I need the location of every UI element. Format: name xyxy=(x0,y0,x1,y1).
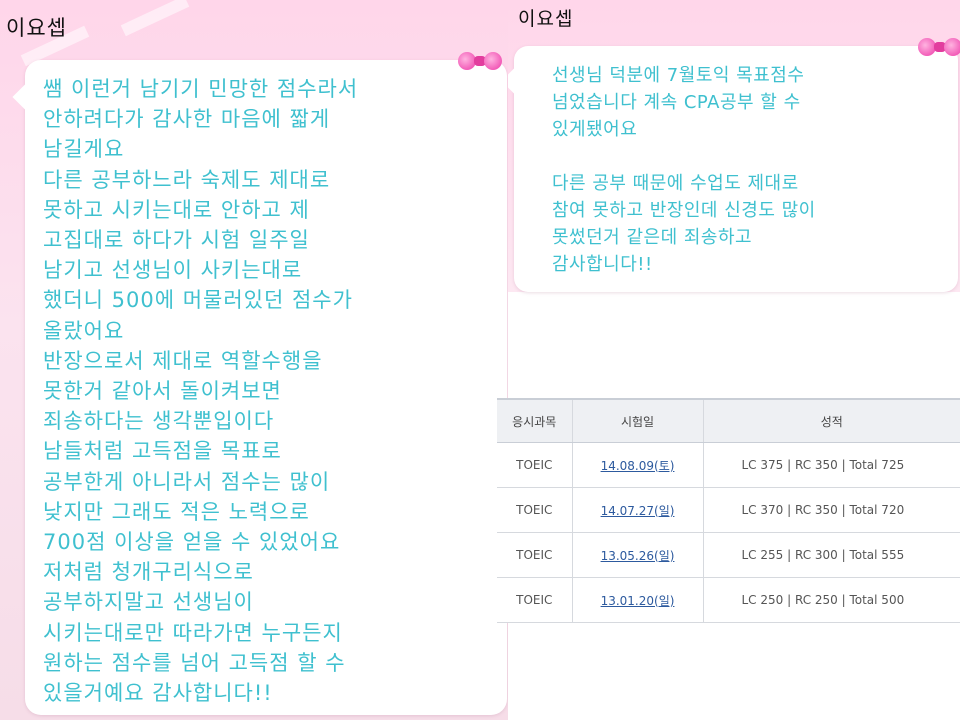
bow-icon xyxy=(458,50,502,72)
table-header-row: 응시과목 시험일 성적 xyxy=(497,398,960,443)
score-cell: LC 250 | RC 250 | Total 500 xyxy=(702,577,960,623)
subject-cell: TOEIC xyxy=(497,532,572,578)
table-row: TOEIC 13.01.20(일) LC 250 | RC 250 | Tota… xyxy=(497,577,960,623)
subject-cell: TOEIC xyxy=(497,487,572,533)
bubble-tail xyxy=(12,81,44,113)
message-bubble: 선생님 덕분에 7월토익 목표점수 넘었습니다 계속 CPA공부 할 수 있게됐… xyxy=(508,46,958,292)
exam-date-link[interactable]: 13.05.26(일) xyxy=(571,532,703,578)
score-cell: LC 370 | RC 350 | Total 720 xyxy=(702,487,960,533)
post-author: 이요셉 xyxy=(6,16,67,40)
exam-date-link[interactable]: 13.01.20(일) xyxy=(571,577,703,623)
bubble-tail xyxy=(508,65,533,97)
table-row: TOEIC 13.05.26(일) LC 255 | RC 300 | Tota… xyxy=(497,532,960,578)
score-cell: LC 375 | RC 350 | Total 725 xyxy=(702,442,960,488)
left-post-panel: 이요셉 쌤 이런거 남기기 민망한 점수라서 안하려다가 감사한 마음에 짧게 … xyxy=(0,0,508,720)
table-row: TOEIC 14.08.09(토) LC 375 | RC 350 | Tota… xyxy=(497,442,960,488)
column-header-subject: 응시과목 xyxy=(497,398,572,443)
post-author: 이요셉 xyxy=(518,8,574,30)
message-text: 선생님 덕분에 7월토익 목표점수 넘었습니다 계속 CPA공부 할 수 있게됐… xyxy=(552,65,816,275)
subject-cell: TOEIC xyxy=(497,577,572,623)
background-stripe xyxy=(120,0,190,37)
exam-date-link[interactable]: 14.07.27(일) xyxy=(571,487,703,533)
exam-date-link[interactable]: 14.08.09(토) xyxy=(571,442,703,488)
table-row: TOEIC 14.07.27(일) LC 370 | RC 350 | Tota… xyxy=(497,487,960,533)
score-cell: LC 255 | RC 300 | Total 555 xyxy=(702,532,960,578)
subject-cell: TOEIC xyxy=(497,442,572,488)
toeic-score-table: 응시과목 시험일 성적 TOEIC 14.08.09(토) LC 375 | R… xyxy=(497,398,960,623)
message-text: 쌤 이런거 남기기 민망한 점수라서 안하려다가 감사한 마음에 짧게 남길게요… xyxy=(43,77,359,706)
column-header-date: 시험일 xyxy=(571,398,703,443)
message-bubble: 쌤 이런거 남기기 민망한 점수라서 안하려다가 감사한 마음에 짧게 남길게요… xyxy=(12,60,507,715)
bow-icon xyxy=(918,36,960,58)
column-header-score: 성적 xyxy=(702,398,960,443)
